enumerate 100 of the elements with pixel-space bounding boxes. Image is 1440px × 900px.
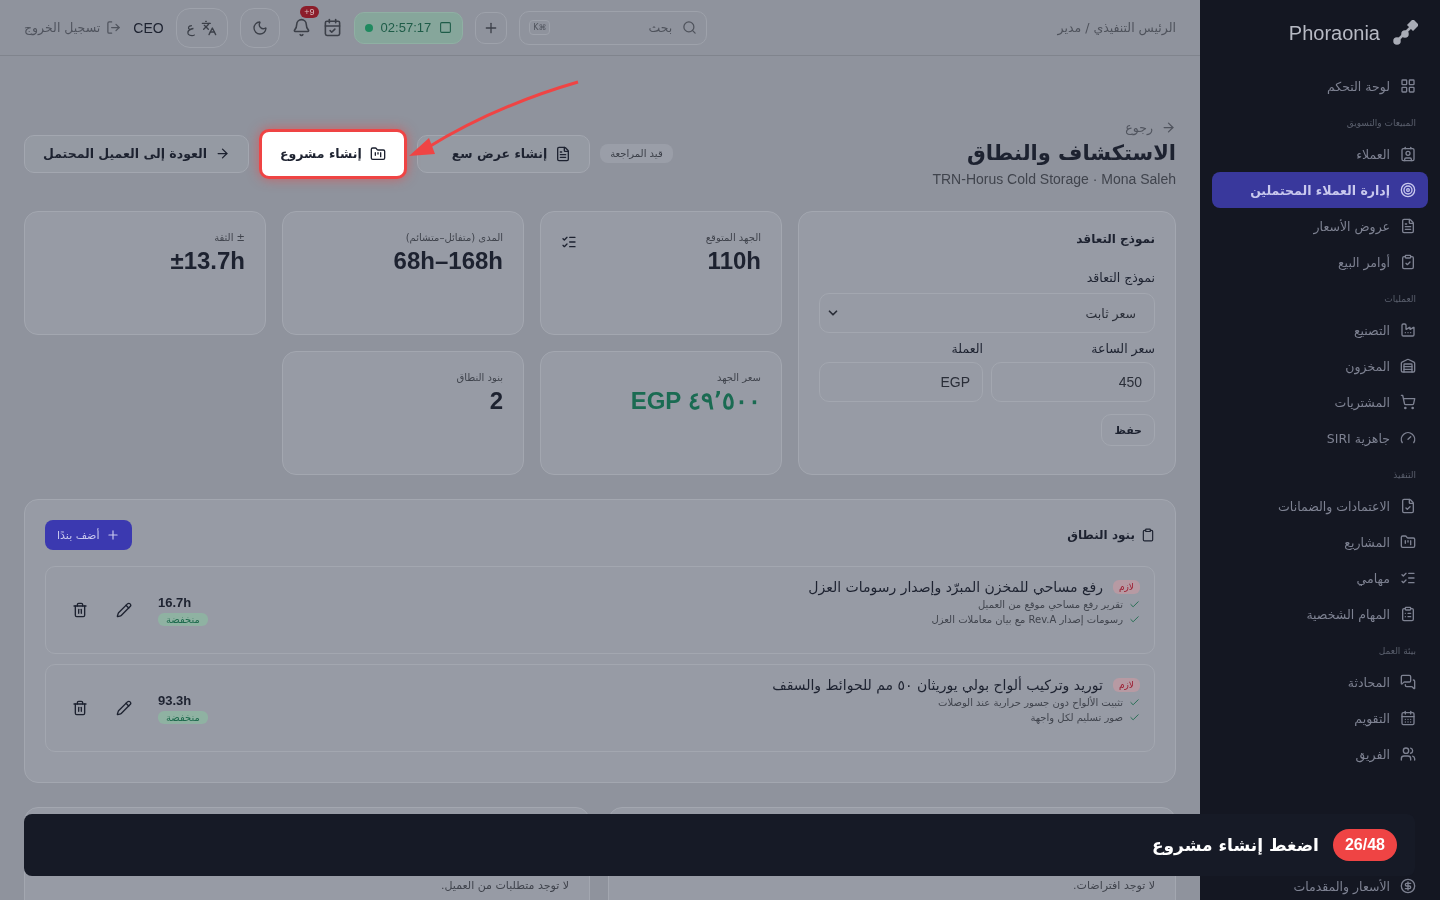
deliverable-text: تثبيت الألواح دون جسور حرارية عند الوصلات — [772, 697, 1140, 708]
clipboard-icon — [1141, 528, 1155, 542]
warehouse-icon — [1400, 358, 1416, 374]
section-label: التنفيذ — [1392, 470, 1417, 480]
edit-button[interactable] — [114, 600, 134, 620]
folder-icon — [1400, 534, 1416, 550]
bell-icon[interactable] — [291, 18, 311, 37]
sidebar-item[interactable]: التقويم — [1212, 700, 1428, 736]
back-link[interactable]: رجوع — [932, 120, 1176, 135]
sidebar-item[interactable]: الأسعار والمقدمات — [1212, 872, 1428, 900]
status-badge: قيد المراجعة — [600, 144, 673, 163]
trash-icon — [72, 602, 88, 618]
back-button[interactable]: العودة إلى العميل المحتمل — [24, 134, 250, 173]
sidebar-item[interactable]: إدارة العملاء المحتملين — [1212, 172, 1428, 208]
sidebar-item[interactable]: عروض الأسعار — [1212, 208, 1428, 244]
stat-label: المدى (متفائل–متشائم) — [405, 232, 503, 243]
add-item-button[interactable]: أضف بندًا — [45, 520, 132, 550]
arrow-icon — [1161, 120, 1176, 135]
translate-icon — [200, 19, 217, 36]
sidebar-item[interactable]: أوامر البيع — [1212, 244, 1428, 280]
stat-value: 110h — [706, 247, 761, 275]
clipboard-check-icon — [1400, 254, 1416, 270]
checklist-icon — [561, 234, 577, 250]
deliverable-text: صور تسليم لكل واجهة — [772, 712, 1140, 723]
step-counter: 26/48 — [1332, 829, 1397, 861]
sidebar-item[interactable]: مهامي — [1212, 560, 1428, 596]
stat-label: سعر الجهد — [716, 372, 761, 383]
logo-icon — [1392, 20, 1418, 46]
sidebar-item[interactable]: المشاريع — [1212, 524, 1428, 560]
edit-button[interactable] — [114, 698, 134, 718]
language-button[interactable]: ع — [175, 7, 228, 48]
empty-text: لا توجد متطلبات من العميل. — [441, 879, 569, 892]
priority-tag: منخفضة — [158, 612, 208, 626]
arrow-icon — [215, 146, 231, 161]
pencil-icon — [116, 602, 132, 618]
action-button[interactable]: إنشاء عرض سع — [416, 134, 591, 173]
check-icon — [1129, 697, 1140, 708]
logout-link[interactable]: تسجيل الخروج — [24, 20, 122, 35]
clipboard-list-icon — [1400, 606, 1416, 622]
checklist-icon — [1400, 570, 1416, 586]
sidebar-item[interactable]: المهام الشخصية — [1212, 596, 1428, 632]
required-tag: لازم — [1112, 678, 1140, 692]
sidebar-item[interactable]: الفريق — [1212, 736, 1428, 772]
field-label: نموذج التعاقد — [1085, 270, 1155, 285]
section-label: العمليات — [1383, 294, 1417, 304]
section-label: بيئة العمل — [1377, 646, 1417, 656]
hours-value: 93.3h — [158, 692, 192, 708]
sidebar-item[interactable]: جاهزية SIRI — [1212, 420, 1428, 456]
priority-tag: منخفضة — [158, 710, 208, 724]
status-dot — [364, 23, 373, 32]
currency-field[interactable]: EGP — [819, 362, 983, 402]
shortcut-key: ⌘K — [529, 19, 551, 35]
pencil-icon — [116, 700, 132, 716]
empty-text: لا توجد افتراضات. — [1073, 879, 1155, 892]
action-button[interactable]: إنشاء مشروع — [259, 128, 407, 179]
stat-value: ٤٩٬٥٠٠ EGP — [629, 387, 761, 415]
calendar-icon[interactable] — [322, 18, 342, 37]
grid-icon — [1400, 78, 1416, 94]
required-tag: لازم — [1112, 580, 1140, 594]
page-title: الاستكشاف والنطاق — [965, 141, 1176, 165]
sidebar-item[interactable]: لوحة التحكم — [1212, 68, 1428, 104]
sidebar-item[interactable]: التصنيع — [1212, 312, 1428, 348]
check-icon — [1129, 712, 1140, 723]
coin-icon — [1400, 878, 1416, 894]
timer-button[interactable]: 02:57:17 — [353, 11, 464, 44]
rate-field[interactable]: 450 — [991, 362, 1155, 402]
field-label: سعر الساعة — [1090, 341, 1155, 356]
breadcrumb: الرئيس التنفيذي / مدير — [1057, 20, 1176, 35]
brand-name: Phoraonia — [1288, 21, 1380, 45]
sidebar-item[interactable]: المخزون — [1212, 348, 1428, 384]
contact-card-icon — [1400, 146, 1416, 162]
gauge-icon — [1400, 430, 1416, 446]
sidebar-item[interactable]: المشتريات — [1212, 384, 1428, 420]
chat-icon — [1400, 674, 1416, 690]
stat-value: 68h–168h — [392, 247, 503, 275]
logout-icon — [106, 20, 122, 35]
trash-icon — [72, 700, 88, 716]
search-icon — [682, 19, 698, 35]
stat-value: 2 — [488, 387, 503, 415]
document-icon — [1400, 218, 1416, 234]
file-check-icon — [1400, 498, 1416, 514]
sidebar-item[interactable]: الاعتمادات والضمانات — [1212, 488, 1428, 524]
card-title: بنود النطاق — [1067, 528, 1155, 542]
theme-button[interactable] — [239, 7, 280, 48]
target-icon — [1400, 182, 1416, 198]
deliverable-text: تقرير رفع مساحي موقع من العميل — [808, 599, 1140, 610]
model-select[interactable]: سعر ثابت — [819, 293, 1155, 333]
sidebar-item[interactable]: العملاء — [1212, 136, 1428, 172]
stop-icon — [439, 21, 453, 34]
save-button[interactable]: حفظ — [1101, 414, 1155, 446]
cart-icon — [1400, 394, 1416, 410]
users-icon — [1400, 746, 1416, 762]
stat-label: بنود النطاق — [456, 372, 503, 383]
stat-value: ±13.7h — [169, 247, 245, 275]
stat-label: الجهد المتوقع — [705, 232, 761, 243]
calendar-icon — [1400, 710, 1416, 726]
sidebar-item[interactable]: المحادثة — [1212, 664, 1428, 700]
hours-value: 16.7h — [158, 594, 192, 610]
add-button[interactable] — [475, 11, 508, 44]
plus-icon — [105, 528, 120, 542]
